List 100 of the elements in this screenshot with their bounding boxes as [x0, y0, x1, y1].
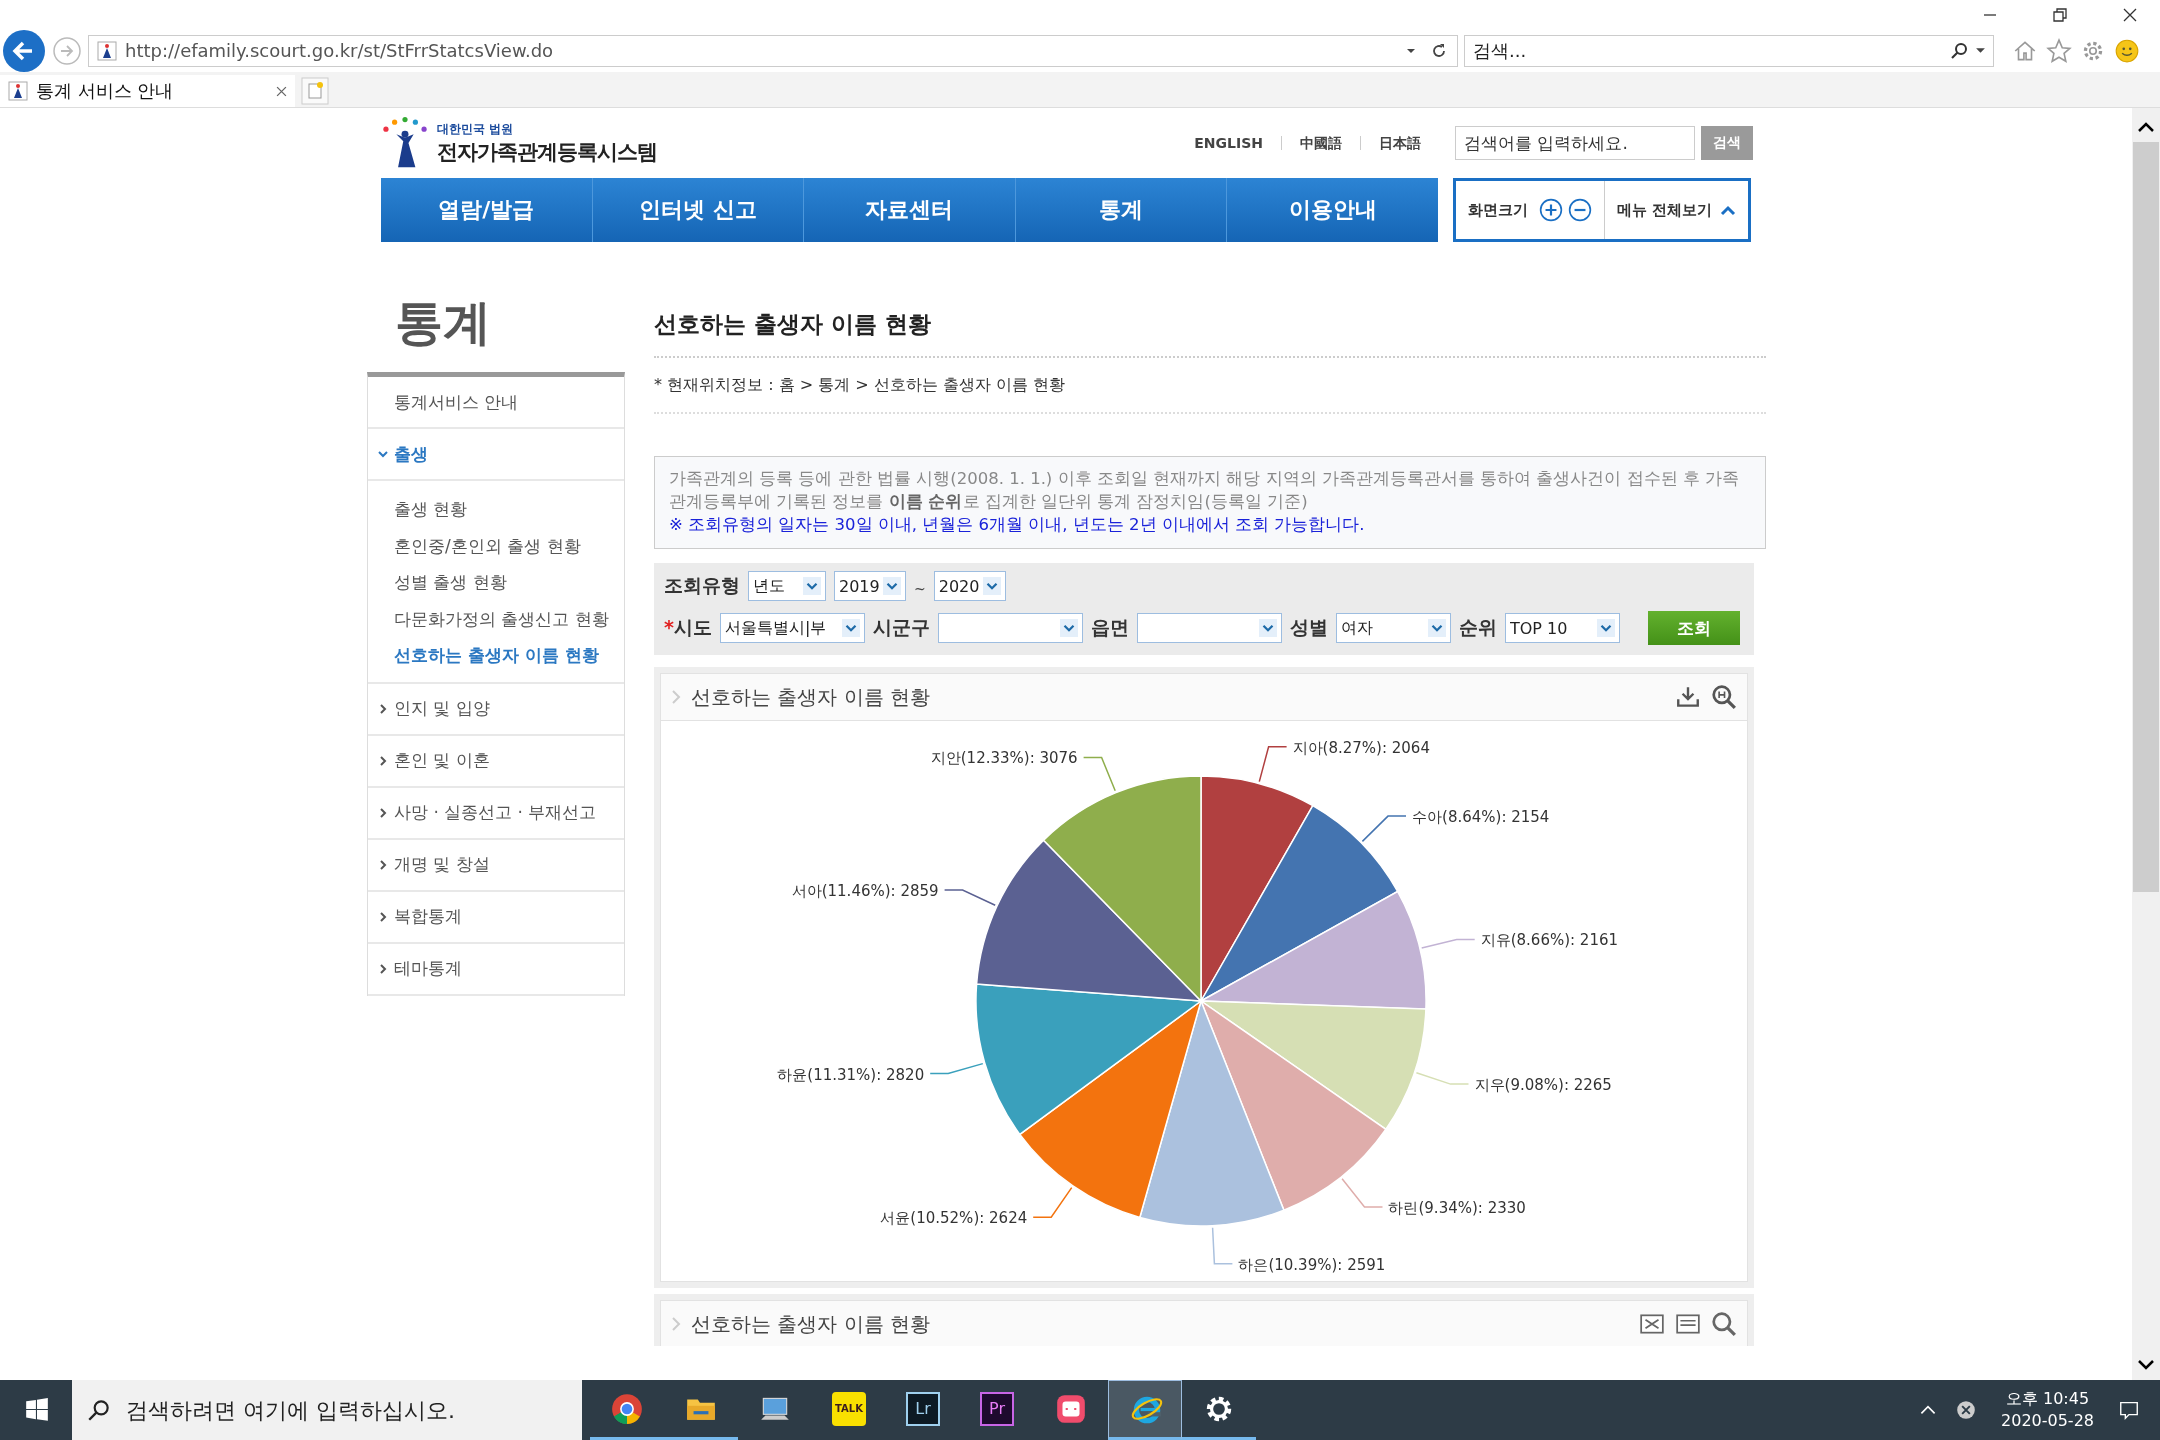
sidebar-subitem[interactable]: 출생 현황: [394, 491, 624, 528]
notification-icon[interactable]: [2118, 1399, 2140, 1421]
back-icon[interactable]: [2, 28, 46, 73]
caret-icon: [1596, 619, 1615, 637]
smiley-icon[interactable]: [2114, 37, 2140, 64]
address-field[interactable]: http://efamily.scourt.go.kr/st/StFrrStatcsView.do: [88, 34, 1458, 67]
data-label: 하린(9.34%): 2330: [1388, 1199, 1526, 1217]
data-label: 하윤(11.31%): 2820: [777, 1065, 925, 1084]
zoom-in-icon[interactable]: [1539, 198, 1563, 222]
full-menu-button[interactable]: 메뉴 전체보기: [1605, 200, 1748, 220]
scroll-up-icon[interactable]: [2136, 120, 2156, 134]
leader-line: [1032, 1186, 1073, 1218]
pie-slice[interactable]: [1200, 890, 1427, 1010]
scrollbar[interactable]: [2132, 108, 2160, 1380]
pie-slice[interactable]: [975, 983, 1202, 1136]
pie-slice[interactable]: [1200, 804, 1399, 1002]
caret-icon: [1059, 619, 1078, 637]
data-label: 지아(8.27%): 2064: [1292, 738, 1430, 757]
zoom-out-icon[interactable]: [1568, 198, 1592, 222]
caret-icon: [1258, 619, 1277, 637]
browser-tab[interactable]: 통계 서비스 안내: [0, 75, 295, 107]
filter-select[interactable]: 여자: [1335, 613, 1451, 643]
zoom-icon[interactable]: [1711, 684, 1737, 710]
sidebar-item[interactable]: 사망 · 실종선고 · 부재선고: [368, 787, 624, 838]
site-icon: [8, 81, 28, 101]
nav-menu-item[interactable]: 자료센터: [803, 178, 1015, 242]
tab-title: 통계 서비스 안내: [36, 79, 175, 103]
leader-line: [1341, 1178, 1384, 1208]
chat-app-icon: TALK: [832, 1391, 866, 1426]
download-icon[interactable]: [1675, 684, 1701, 710]
filter-label: 순위: [1458, 615, 1497, 640]
filter-label: *시도: [664, 615, 712, 640]
pie-slice[interactable]: [1042, 775, 1202, 1002]
windows-start-icon[interactable]: [24, 1397, 50, 1423]
leader-line: [1211, 1226, 1234, 1265]
sidebar-subitem[interactable]: 선호하는 출생자 이름 현황: [394, 637, 624, 674]
sidebar-item[interactable]: 개명 및 창설: [368, 839, 624, 890]
leader-line: [929, 1062, 984, 1075]
star-icon[interactable]: [2046, 37, 2072, 64]
taskbar-search-field[interactable]: 검색하려면 여기에 입력하십시오.: [72, 1380, 582, 1440]
browser-search-field[interactable]: 검색...: [1464, 34, 1994, 67]
sidebar-subitem[interactable]: 성별 출생 현황: [394, 564, 624, 601]
nav-menu-item[interactable]: 통계: [1014, 178, 1227, 242]
language-link[interactable]: 中國語: [1281, 136, 1360, 150]
data-label: 수아(8.64%): 2154: [1412, 808, 1550, 827]
leader-line: [1420, 938, 1476, 949]
filter-label: 시군구: [872, 615, 930, 640]
sidebar-item[interactable]: 출생: [368, 429, 624, 479]
logo-title[interactable]: 전자가족관계등록시스템: [437, 137, 657, 166]
site-search-field[interactable]: 검색어를 입력하세요.: [1455, 126, 1695, 160]
filter-label: 읍면: [1090, 615, 1129, 640]
search-icon[interactable]: [1949, 40, 1969, 61]
panel-title: 선호하는 출생자 이름 현황: [691, 1310, 931, 1338]
leader-line: [1258, 746, 1288, 783]
nav-menu-item[interactable]: 인터넷 신고: [591, 178, 804, 242]
pie-slice[interactable]: [1139, 1000, 1285, 1227]
pie-slice[interactable]: [975, 839, 1202, 1002]
document-icon[interactable]: [1675, 1311, 1701, 1337]
close-circle-icon[interactable]: [1955, 1399, 1977, 1421]
zoom-icon[interactable]: [1711, 1311, 1737, 1337]
sidebar-title: 통계: [394, 293, 492, 352]
chevron-right-icon: [378, 807, 388, 818]
chevron-down-icon: [378, 449, 388, 459]
notice-text: ※ 조회유형의 일자는 30일 이내, 년월은 6개월 이내, 년도는 2년 이내에서 조회 가능합니다.: [669, 514, 1366, 536]
year-select[interactable]: 2019: [834, 571, 906, 601]
sidebar-subitem[interactable]: 다문화가정의 출생신고 현황: [394, 600, 624, 637]
scroll-down-icon[interactable]: [2136, 1358, 2156, 1372]
leader-line: [943, 889, 996, 906]
data-label: 서윤(10.52%): 2624: [880, 1209, 1028, 1228]
logo-subtitle: 대한민국 법원: [437, 120, 515, 138]
filter-select[interactable]: TOP 10: [1504, 613, 1620, 643]
filter-label: 성별: [1289, 615, 1328, 640]
sidebar-item[interactable]: 인지 및 입양: [368, 683, 624, 734]
page-title: 선호하는 출생자 이름 현황: [654, 304, 1766, 358]
caret-icon: [841, 619, 860, 637]
search-icon: [86, 1397, 112, 1423]
sidebar-item[interactable]: 복합통계: [368, 891, 624, 942]
filter-select[interactable]: 서울특별시|부: [719, 613, 865, 643]
taskbar-app[interactable]: Pr: [960, 1380, 1034, 1440]
caret-up-icon: [1720, 204, 1737, 216]
data-label: 지안(12.33%): 3076: [930, 749, 1078, 768]
data-label: 지유(8.66%): 2161: [1480, 931, 1619, 950]
chevron-right-icon: [378, 911, 388, 922]
close-icon[interactable]: [276, 85, 287, 97]
data-label: 서아(11.46%): 2859: [791, 881, 939, 900]
sidebar-item[interactable]: 통계서비스 안내: [368, 377, 624, 427]
year-select[interactable]: 2020: [933, 571, 1006, 601]
type-select[interactable]: 년도: [748, 571, 826, 601]
nav-menu-item[interactable]: 열람/발급: [381, 178, 592, 242]
sidebar-subitem[interactable]: 혼인중/혼인외 출생 현황: [394, 527, 624, 564]
taskbar-app[interactable]: Lr: [886, 1380, 960, 1440]
scroll-thumb[interactable]: [2133, 142, 2159, 892]
spreadsheet-icon[interactable]: [1639, 1311, 1665, 1337]
taskbar-app[interactable]: TALK: [812, 1380, 886, 1440]
sidebar-item[interactable]: 혼인 및 이혼: [368, 735, 624, 786]
sidebar-item[interactable]: 테마통계: [368, 943, 624, 994]
nav-menu-item[interactable]: 이용안내: [1226, 178, 1438, 242]
language-link[interactable]: ENGLISH: [1176, 136, 1281, 150]
clock[interactable]: 오후 10:45 2020-05-28: [2001, 1388, 2094, 1432]
language-link[interactable]: 日本語: [1360, 136, 1439, 150]
